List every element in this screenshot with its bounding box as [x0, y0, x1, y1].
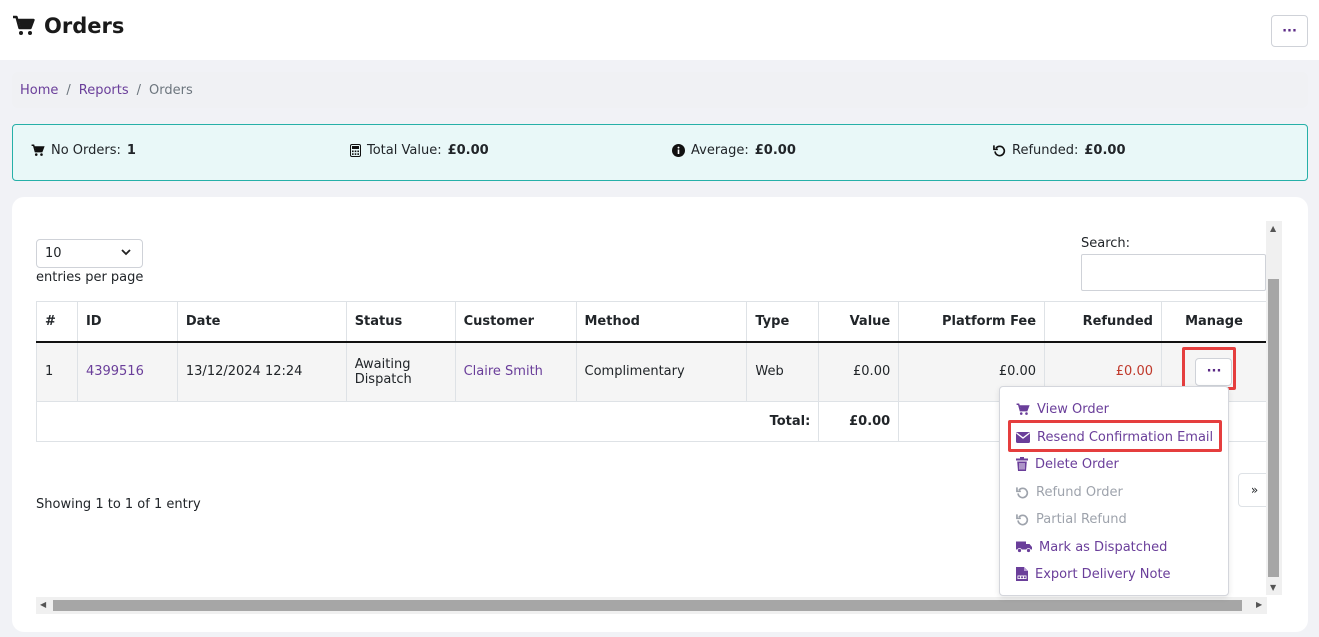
page-title: Orders: [12, 14, 124, 38]
search-input[interactable]: [1081, 254, 1266, 291]
stat-label: Refunded:: [1012, 143, 1079, 158]
scroll-up-arrow-icon[interactable]: ▲: [1270, 224, 1276, 233]
scroll-left-arrow-icon[interactable]: ◀: [40, 600, 46, 609]
column-header[interactable]: Type: [746, 301, 820, 343]
calculator-icon: [350, 144, 361, 157]
column-header[interactable]: ID: [76, 301, 178, 343]
menu-item-partial-refund[interactable]: Partial Refund: [1016, 509, 1127, 529]
order-method: Complimentary: [575, 341, 748, 402]
cart-icon: [12, 15, 36, 37]
order-status: Awaiting Dispatch: [345, 341, 456, 402]
scrollbar-thumb[interactable]: [53, 600, 1242, 611]
order-stats-summary: No Orders: 1 Total Value: £0.00 Average:…: [12, 124, 1308, 181]
refund-icon: [1016, 486, 1029, 499]
order-value: £0.00: [818, 341, 900, 402]
vertical-scrollbar[interactable]: ▲ ▼: [1266, 221, 1282, 595]
breadcrumb-home-link[interactable]: Home: [20, 83, 58, 98]
envelope-icon: [1016, 431, 1030, 443]
scrollbar-thumb[interactable]: [1268, 279, 1279, 577]
entries-per-page-label: entries per page: [36, 270, 144, 285]
total-label: Total:: [35, 401, 820, 442]
cart-icon: [31, 144, 45, 157]
stat-value: £0.00: [754, 143, 796, 158]
refund-icon: [993, 144, 1006, 157]
stat-label: No Orders:: [51, 143, 121, 158]
stat-average: Average: £0.00: [672, 143, 796, 158]
stat-total-value: Total Value: £0.00: [350, 143, 489, 158]
column-header[interactable]: Value: [818, 301, 900, 343]
column-header[interactable]: Refunded: [1044, 301, 1162, 343]
order-status-line: Awaiting: [354, 356, 411, 372]
page-title-text: Orders: [44, 14, 125, 38]
column-header[interactable]: Platform Fee: [898, 301, 1046, 343]
stat-value: 1: [126, 143, 136, 158]
info-icon: [672, 144, 685, 157]
order-status-line: Dispatch: [354, 371, 412, 387]
order-id-link[interactable]: 4399516: [76, 341, 178, 402]
horizontal-scrollbar[interactable]: ◀ ▶: [36, 597, 1267, 614]
row-number: 1: [36, 341, 78, 402]
menu-item-label: Refund Order: [1036, 484, 1123, 500]
stat-label: Total Value:: [367, 143, 442, 158]
breadcrumb-current: Orders: [149, 82, 193, 98]
trash-icon: [1016, 457, 1028, 471]
table-header-row: # ID Date Status Customer Method Type Va…: [36, 301, 1268, 343]
page-size-value: 10: [45, 246, 62, 261]
page-options-button[interactable]: ···: [1271, 15, 1308, 47]
search-label: Search:: [1081, 236, 1131, 251]
cart-icon: [1016, 402, 1030, 416]
menu-item-label: Resend Confirmation Email: [1037, 429, 1214, 445]
breadcrumb-separator: /: [136, 82, 142, 98]
customer-link[interactable]: Claire Smith: [454, 341, 577, 402]
menu-item-export-delivery-note[interactable]: Export Delivery Note: [1016, 564, 1171, 584]
menu-item-label: Partial Refund: [1036, 511, 1127, 527]
column-header[interactable]: Date: [176, 301, 347, 343]
breadcrumb: Home / Reports / Orders: [12, 72, 1308, 108]
column-header[interactable]: Customer: [454, 301, 577, 343]
column-header: Manage: [1160, 301, 1268, 343]
stat-label: Average:: [691, 143, 749, 158]
truck-icon: [1016, 541, 1032, 553]
order-type: Web: [746, 341, 820, 402]
menu-item-label: View Order: [1037, 401, 1109, 417]
menu-item-resend-confirmation-email[interactable]: Resend Confirmation Email: [1016, 427, 1213, 447]
total-value: £0.00: [818, 401, 900, 442]
stat-value: £0.00: [1084, 143, 1126, 158]
scroll-down-arrow-icon[interactable]: ▼: [1270, 583, 1276, 592]
stat-value: £0.00: [447, 143, 489, 158]
manage-dropdown-menu: View Order Resend Confirmation Email Del…: [999, 386, 1229, 596]
menu-item-view-order[interactable]: View Order: [1016, 399, 1109, 419]
top-bar: [0, 0, 1319, 60]
menu-item-label: Delete Order: [1035, 456, 1119, 472]
order-date: 13/12/2024 12:24: [176, 341, 347, 402]
menu-item-refund-order[interactable]: Refund Order: [1016, 482, 1123, 502]
breadcrumb-separator: /: [66, 82, 71, 98]
column-header[interactable]: Status: [345, 301, 456, 343]
chevron-down-icon: [120, 246, 132, 258]
refund-icon: [1016, 513, 1029, 526]
manage-menu-button[interactable]: ···: [1195, 357, 1233, 386]
breadcrumb-reports-link[interactable]: Reports: [79, 83, 129, 98]
stat-no-orders: No Orders: 1: [31, 143, 136, 158]
scroll-right-arrow-icon[interactable]: ▶: [1256, 600, 1262, 609]
page-size-select[interactable]: 10: [36, 239, 143, 268]
column-header[interactable]: #: [36, 301, 78, 343]
pdf-file-icon: [1016, 567, 1028, 581]
menu-item-label: Mark as Dispatched: [1039, 539, 1168, 555]
stat-refunded: Refunded: £0.00: [993, 143, 1126, 158]
menu-item-label: Export Delivery Note: [1035, 566, 1171, 582]
column-header[interactable]: Method: [575, 301, 748, 343]
menu-item-delete-order[interactable]: Delete Order: [1016, 454, 1119, 474]
pagination-info: Showing 1 to 1 of 1 entry: [36, 497, 201, 512]
menu-item-mark-as-dispatched[interactable]: Mark as Dispatched: [1016, 537, 1167, 557]
